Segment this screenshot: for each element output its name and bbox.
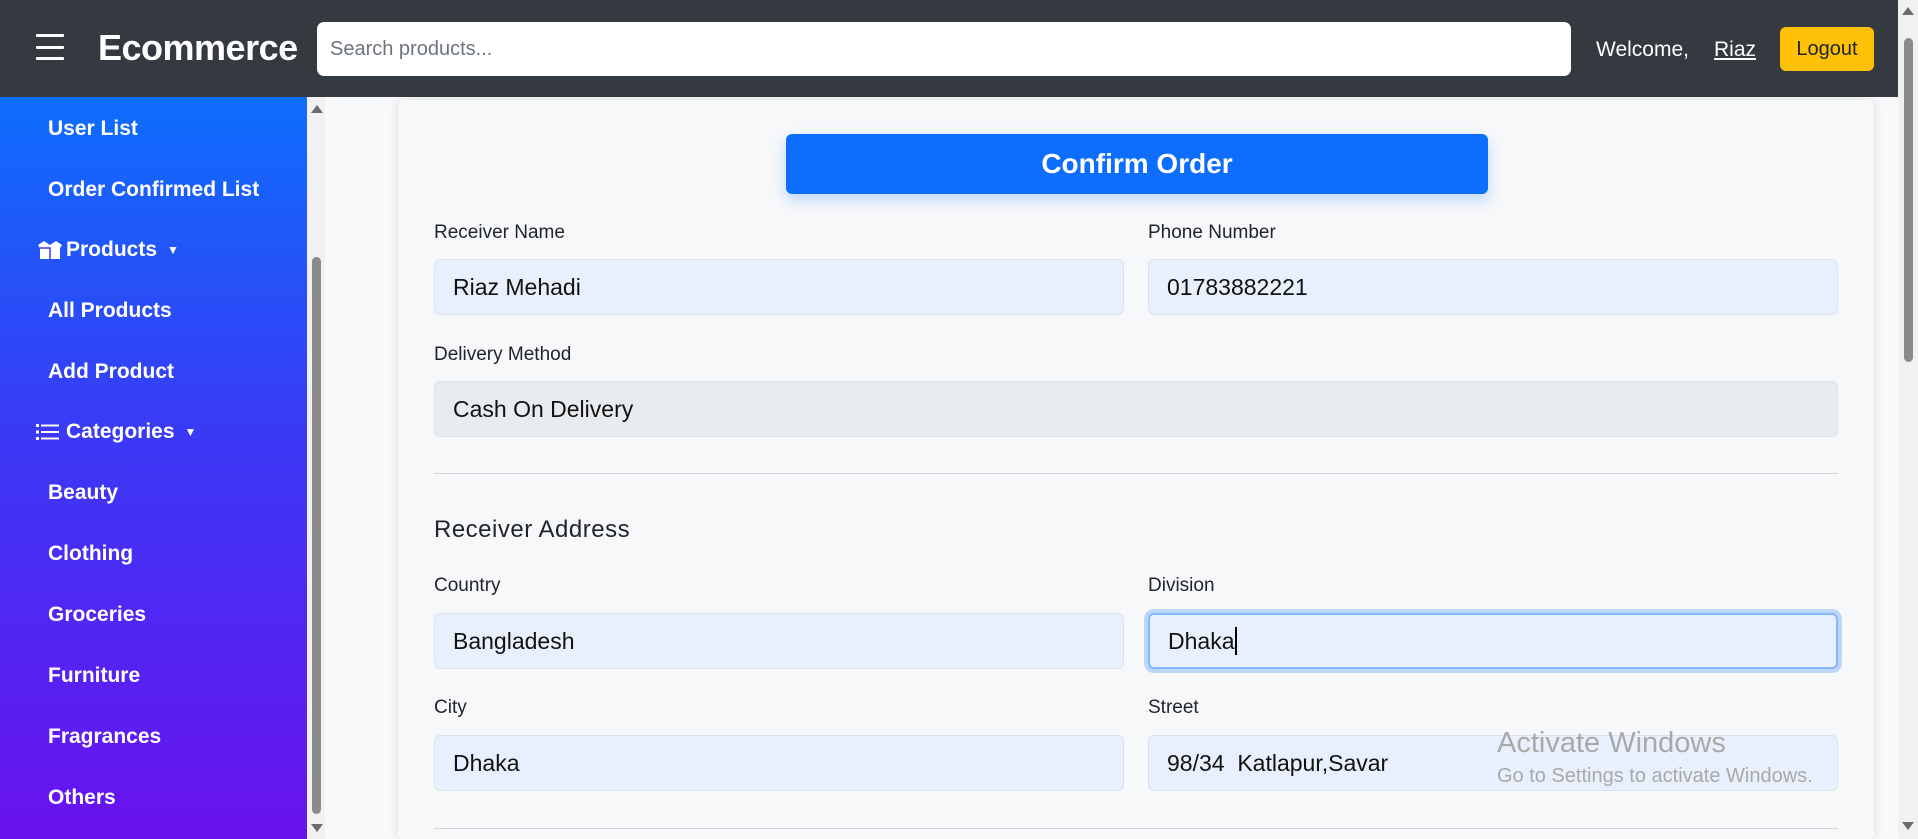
sidebar-item-all-products[interactable]: All Products [48,299,172,323]
caret-down-icon: ▼ [184,425,197,439]
sidebar-header-categories[interactable]: Categories ▼ [36,420,196,444]
division-label: Division [1148,575,1215,596]
list-icon [36,421,64,443]
sidebar-item-furniture[interactable]: Furniture [48,664,140,688]
sidebar-item-others[interactable]: Others [48,786,116,810]
sidebar-item-groceries[interactable]: Groceries [48,603,146,627]
sidebar-item-beauty[interactable]: Beauty [48,481,118,505]
receiver-address-title: Receiver Address [434,516,631,543]
sidebar-item-fragrances[interactable]: Fragrances [48,725,161,749]
delivery-method-label: Delivery Method [434,344,572,365]
division-field[interactable]: Dhaka [1148,613,1838,669]
division-value: Dhaka [1168,628,1235,654]
sidebar-scrollbar[interactable] [307,97,325,839]
activate-windows-subtext: Go to Settings to activate Windows. [1497,765,1813,787]
scroll-up-arrow-icon[interactable] [311,105,323,113]
box-open-icon [36,239,64,261]
country-field[interactable]: Bangladesh [434,613,1124,669]
username-link[interactable]: Riaz [1714,38,1756,62]
sidebar-item-add-product[interactable]: Add Product [48,360,174,384]
sidebar-item-clothing[interactable]: Clothing [48,542,133,566]
scrollbar-thumb[interactable] [1904,38,1913,362]
sidebar-header-products[interactable]: Products ▼ [36,238,179,262]
phone-number-label: Phone Number [1148,222,1276,243]
phone-number-field[interactable]: 01783882221 [1148,259,1838,315]
activate-windows-watermark: Activate Windows [1497,727,1726,759]
street-label: Street [1148,697,1199,718]
logout-button[interactable]: Logout [1780,27,1874,71]
scroll-up-arrow-icon[interactable] [1902,7,1914,15]
sidebar-header-label: Categories [66,420,175,443]
receiver-name-field[interactable]: Riaz Mehadi [434,259,1124,315]
navbar: Ecommerce Welcome, Riaz Logout [0,0,1898,97]
sidebar-item-order-confirmed-list[interactable]: Order Confirmed List [48,178,259,202]
sidebar: User List Order Confirmed List Products … [0,97,307,839]
page-scrollbar[interactable] [1898,0,1918,839]
delivery-method-field[interactable]: Cash On Delivery [434,381,1838,437]
confirm-order-header: Confirm Order [786,134,1488,194]
city-field[interactable]: Dhaka [434,735,1124,791]
search-input[interactable] [317,22,1571,76]
hamburger-menu-icon[interactable] [36,34,64,60]
section-divider [434,473,1838,474]
receiver-name-label: Receiver Name [434,222,565,243]
scroll-down-arrow-icon[interactable] [1902,822,1914,830]
section-divider [434,828,1838,829]
city-label: City [434,697,467,718]
sidebar-item-user-list[interactable]: User List [48,117,138,141]
welcome-text: Welcome, [1596,38,1689,61]
brand-logo[interactable]: Ecommerce [98,27,298,69]
scroll-down-arrow-icon[interactable] [311,824,323,832]
sidebar-header-label: Products [66,238,158,261]
country-label: Country [434,575,501,596]
scrollbar-thumb[interactable] [312,257,321,814]
text-cursor [1235,626,1238,655]
caret-down-icon: ▼ [167,243,179,257]
